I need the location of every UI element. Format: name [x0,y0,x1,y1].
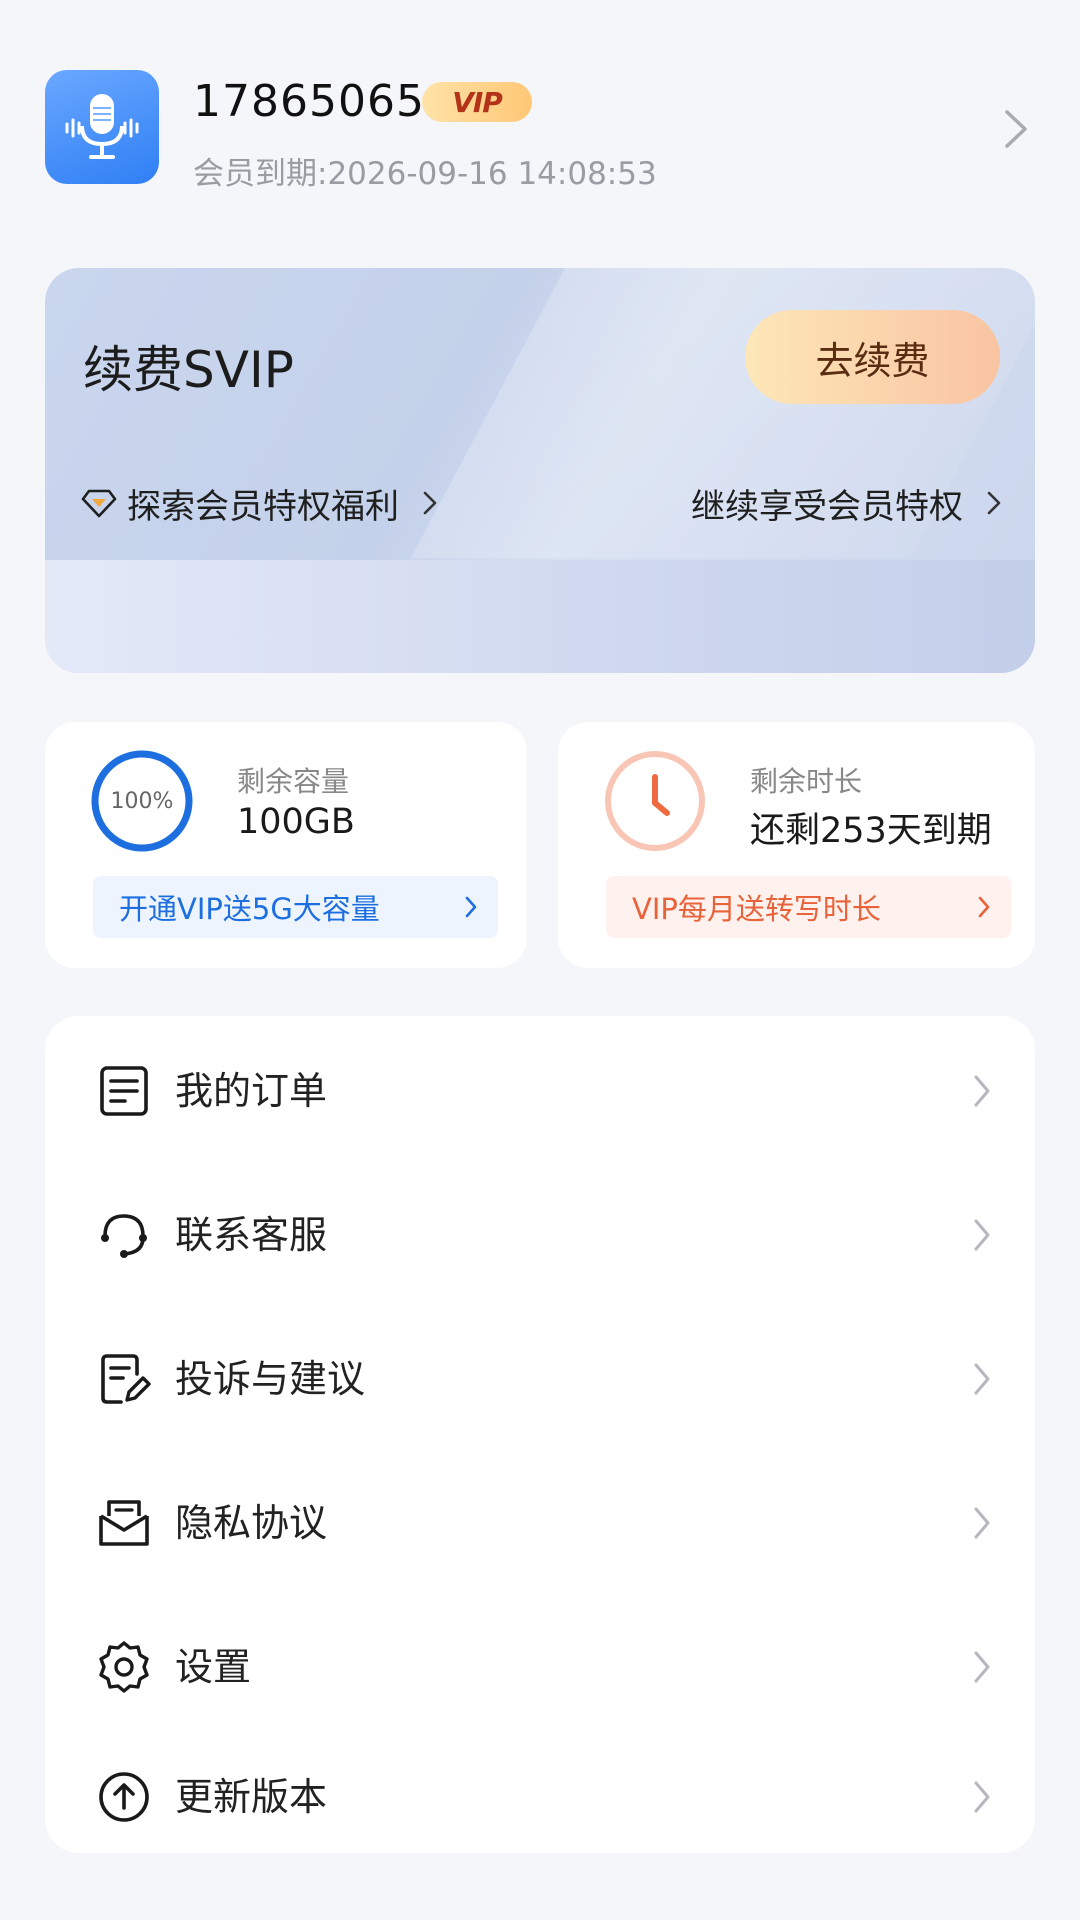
menu-label: 我的订单 [175,1069,328,1113]
explore-benefits-link[interactable]: 探索会员特权福利 [81,478,451,528]
explore-benefits-label: 探索会员特权福利 [127,486,399,527]
menu-label: 设置 [175,1645,252,1689]
chevron-right-icon [978,896,990,918]
menu-item-privacy[interactable]: 隐私协议 [45,1462,1035,1582]
chevron-right-icon [987,491,1001,515]
gear-icon [99,1641,149,1693]
duration-value: 还剩253天到期 [750,811,992,851]
renew-svip-card: 续费SVIP 去续费 探索会员特权福利 继续享受会员特权 [45,268,1035,673]
chevron-right-icon [974,1219,990,1251]
menu-item-settings[interactable]: 设置 [45,1606,1035,1726]
order-icon [100,1066,148,1116]
chevron-right-icon [465,896,477,918]
menu-item-support[interactable]: 联系客服 [45,1174,1035,1294]
profile-header[interactable]: 17865065 VIP 会员到期:2026-09-16 14:08:53 [45,70,1035,192]
membership-expiry: 会员到期:2026-09-16 14:08:53 [193,156,657,192]
menu-item-feedback[interactable]: 投诉与建议 [45,1318,1035,1438]
storage-card: 100% 剩余容量 100GB 开通VIP送5G大容量 [45,722,527,968]
diamond-icon [81,489,117,518]
chevron-right-icon [974,1363,990,1395]
duration-card: 剩余时长 还剩253天到期 VIP每月送转写时长 [558,722,1035,968]
storage-percent: 100% [110,788,174,814]
storage-label: 剩余容量 [237,765,350,798]
privacy-icon [99,1500,149,1546]
chevron-right-icon [974,1075,990,1107]
duration-promo-label: VIP每月送转写时长 [632,892,881,926]
continue-benefits-label: 继续享受会员特权 [691,486,963,527]
card-bottom-strip [45,560,1035,673]
settings-menu: 我的订单 联系客服 投诉与建议 隐私协议 设置 更新版本 [45,1016,1035,1853]
headset-icon [101,1214,147,1258]
chevron-right-icon [423,491,437,515]
user-id: 17865065 [193,76,425,127]
duration-promo-link[interactable]: VIP每月送转写时长 [606,876,1011,938]
clock-icon [605,751,705,851]
storage-value: 100GB [237,802,355,842]
menu-item-update[interactable]: 更新版本 [45,1736,1035,1856]
menu-item-orders[interactable]: 我的订单 [45,1030,1035,1150]
chevron-right-icon[interactable] [995,104,1035,154]
menu-label: 联系客服 [175,1213,328,1257]
app-logo [45,70,159,184]
chevron-right-icon [974,1507,990,1539]
upgrade-icon [99,1772,149,1822]
microphone-icon [65,94,139,159]
continue-benefits-link[interactable]: 继续享受会员特权 [691,478,1005,528]
chevron-right-icon [974,1781,990,1813]
storage-promo-label: 开通VIP送5G大容量 [119,892,380,926]
menu-label: 投诉与建议 [175,1357,366,1401]
menu-label: 更新版本 [175,1775,328,1819]
menu-label: 隐私协议 [175,1501,328,1545]
storage-promo-link[interactable]: 开通VIP送5G大容量 [93,876,498,938]
renew-button[interactable]: 去续费 [745,310,1000,404]
feedback-icon [101,1354,151,1404]
renew-title: 续费SVIP [83,341,294,399]
vip-badge: VIP [422,82,532,122]
duration-label: 剩余时长 [750,765,863,798]
chevron-right-icon [974,1651,990,1683]
